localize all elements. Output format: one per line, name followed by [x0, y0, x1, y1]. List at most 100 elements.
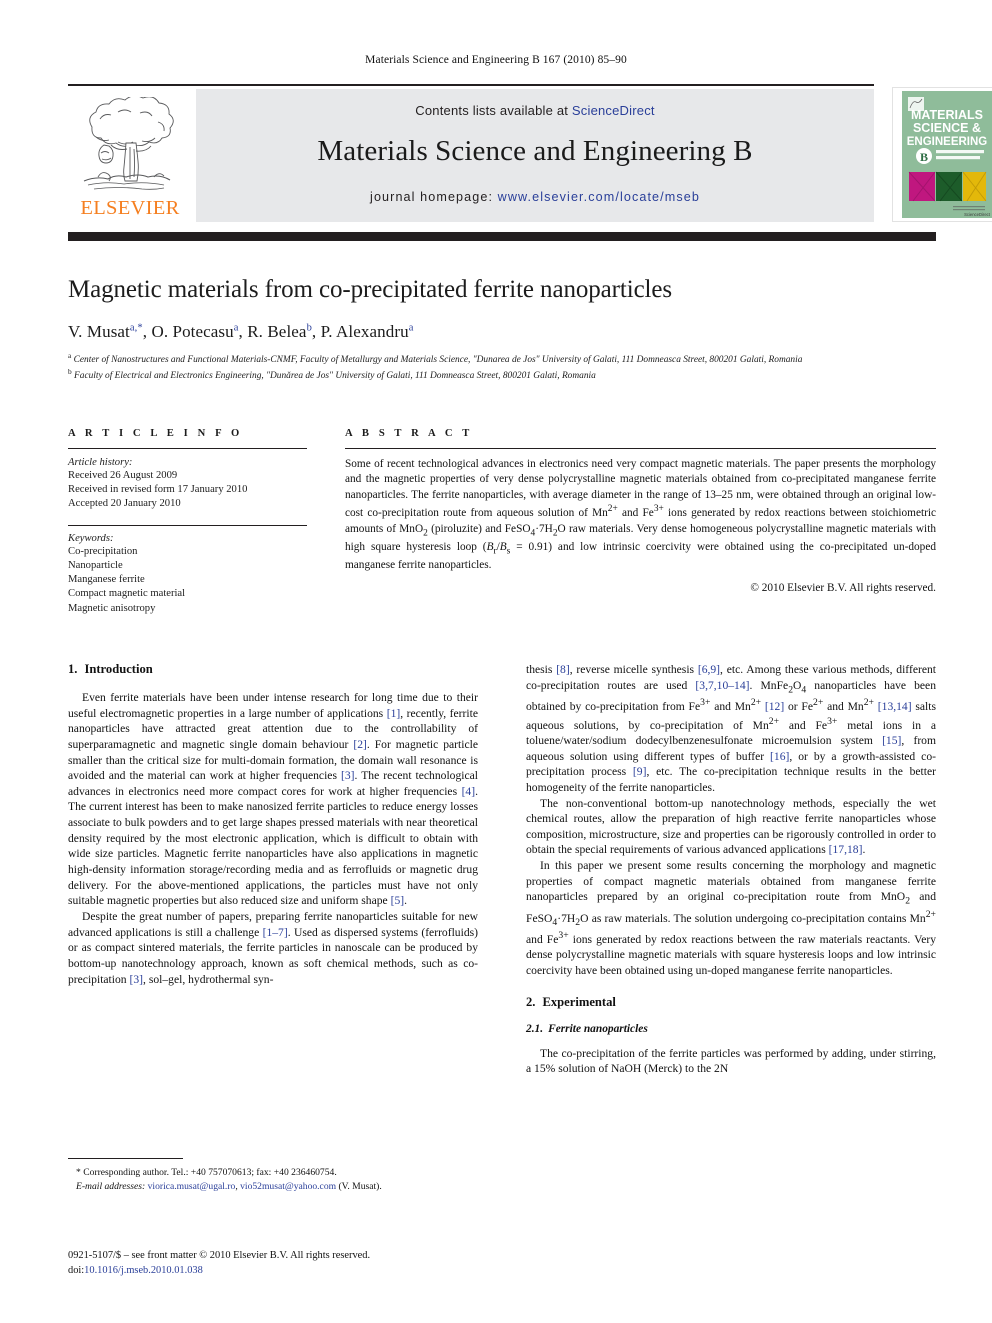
intro-paragraph-3: The non-conventional bottom-up nanotechn…: [526, 796, 936, 857]
intro-paragraph-4: In this paper we present some results co…: [526, 859, 937, 978]
author-0: V. Musata,*: [68, 321, 143, 341]
contents-lists-line: Contents lists available at ScienceDirec…: [196, 89, 874, 118]
subsection-number-2-1: 2.1.: [526, 1022, 544, 1035]
article-info-column: A R T I C L E I N F O Article history: R…: [68, 428, 307, 616]
keywords-rule: [68, 525, 307, 527]
intro-paragraph-2-cont: thesis [8], reverse micelle synthesis [6…: [526, 663, 936, 794]
section-number-1: 1.: [68, 662, 78, 676]
masthead-body: ELSEVIER Contents lists available at Sci…: [68, 89, 874, 224]
article-history-1: Received in revised form 17 January 2010: [68, 484, 248, 496]
journal-masthead: ELSEVIER Contents lists available at Sci…: [68, 84, 992, 230]
author-sep-1: ,: [238, 321, 248, 341]
intro-paragraph-1: Even ferrite materials have been under i…: [68, 691, 478, 908]
footnote-rule: [68, 1158, 183, 1159]
abstract-rule: [345, 448, 936, 449]
citation-17-18[interactable]: [17,18]: [829, 843, 863, 856]
email-indent: E-mail addresses: viorica.musat@ugal.ro,…: [76, 1180, 382, 1192]
section-title-1: Introduction: [84, 662, 153, 676]
citation-1-7[interactable]: [1–7]: [263, 926, 288, 939]
corresponding-author-text: * Corresponding author. Tel.: +40 757070…: [76, 1167, 337, 1178]
journal-homepage-line: journal homepage: www.elsevier.com/locat…: [196, 190, 874, 204]
keyword-0: Co-precipitation: [68, 546, 138, 558]
citation-3-7-10-14[interactable]: [3,7,10–14]: [695, 679, 749, 692]
author-list: V. Musata,*, O. Potecasua, R. Beleab, P.…: [68, 322, 936, 342]
citation-3[interactable]: [3]: [341, 769, 355, 782]
corresponding-author-note: * Corresponding author. Tel.: +40 757070…: [68, 1166, 478, 1180]
keyword-4: Magnetic anisotropy: [68, 602, 156, 614]
spacer-before-experimental: [526, 979, 936, 995]
elsevier-wordmark: ELSEVIER: [80, 196, 180, 219]
imprint-block: 0921-5107/$ – see front matter © 2010 El…: [68, 1248, 518, 1278]
abstract-column: A B S T R A C T Some of recent technolog…: [345, 428, 936, 594]
imprint-line-1: 0921-5107/$ – see front matter © 2010 El…: [68, 1250, 371, 1261]
keyword-1: Nanoparticle: [68, 560, 123, 572]
svg-text:SCIENCE &: SCIENCE &: [913, 121, 981, 135]
imprint-doi-line: doi:10.1016/j.mseb.2010.01.038: [68, 1263, 518, 1278]
affiliation-a: a Center of Nanostructures and Functiona…: [68, 351, 936, 367]
keyword-2: Manganese ferrite: [68, 574, 145, 586]
citation-1[interactable]: [1]: [387, 707, 401, 720]
author-2: R. Beleab: [247, 321, 312, 341]
footnote-block: * Corresponding author. Tel.: +40 757070…: [68, 1158, 478, 1194]
svg-text:ScienceDirect: ScienceDirect: [964, 212, 991, 217]
citation-5[interactable]: [5]: [391, 894, 405, 907]
affiliations: a Center of Nanostructures and Functiona…: [68, 351, 936, 384]
abstract-copyright: © 2010 Elsevier B.V. All rights reserved…: [750, 582, 936, 595]
doi-link[interactable]: 10.1016/j.mseb.2010.01.038: [84, 1265, 203, 1276]
masthead-black-band: [68, 232, 936, 241]
section-number-2: 2.: [526, 994, 536, 1009]
article-history-2: Accepted 20 January 2010: [68, 498, 181, 510]
citation-13-14[interactable]: [13,14]: [878, 700, 912, 713]
paper-page: Materials Science and Engineering B 167 …: [0, 0, 992, 1323]
affiliation-b-marker: b: [68, 367, 72, 377]
intro-paragraph-2: Despite the great number of papers, prep…: [68, 909, 478, 986]
citation-9[interactable]: [9]: [633, 765, 647, 778]
journal-title: Materials Science and Engineering B: [317, 135, 753, 167]
author-1: O. Potecasua: [151, 321, 239, 341]
article-history-label: Article history:: [68, 457, 133, 468]
section-title-2: Experimental: [542, 994, 616, 1009]
citation-16[interactable]: [16]: [770, 750, 789, 763]
svg-text:ENGINEERING: ENGINEERING: [907, 136, 988, 148]
email-link-1[interactable]: viorica.musat@ugal.ro: [148, 1181, 236, 1192]
email-link-2[interactable]: vio52musat@yahoo.com: [240, 1181, 336, 1192]
body-column-left: 1. Introduction Even ferrite materials ha…: [68, 662, 478, 987]
citation-2[interactable]: [2]: [353, 738, 367, 751]
author-sep-2: ,: [311, 321, 321, 341]
abstract-text: Some of recent technological advances in…: [345, 458, 937, 571]
title-block: Magnetic materials from co-precipitated …: [68, 276, 936, 384]
keywords-label: Keywords:: [68, 533, 114, 545]
section-heading-experimental: 2. Experimental: [526, 995, 936, 1010]
article-history-0: Received 26 August 2009: [68, 470, 178, 481]
contents-prefix: Contents lists available at: [415, 103, 572, 118]
email-suffix: (V. Musat).: [338, 1180, 382, 1192]
author-3: P. Alexandrua: [320, 321, 414, 341]
journal-homepage-link[interactable]: www.elsevier.com/locate/mseb: [498, 190, 700, 204]
doi-label: doi:: [68, 1265, 85, 1277]
affiliation-b-text: Faculty of Electrical and Electronics En…: [74, 371, 596, 382]
affiliation-a-text: Center of Nanostructures and Functional …: [73, 354, 803, 365]
citation-6-9[interactable]: [6,9]: [698, 663, 720, 676]
article-info-heading: A R T I C L E I N F O: [68, 428, 243, 439]
citation-12[interactable]: [12]: [765, 700, 784, 713]
svg-text:B: B: [920, 150, 928, 164]
email-note: E-mail addresses: viorica.musat@ugal.ro,…: [68, 1180, 478, 1194]
sciencedirect-link[interactable]: ScienceDirect: [572, 103, 655, 118]
citation-8[interactable]: [8]: [556, 663, 570, 676]
elsevier-logo: ELSEVIER: [68, 89, 192, 224]
author-0-affil-marker: a,*: [129, 322, 143, 334]
body-column-right: thesis [8], reverse micelle synthesis [6…: [526, 662, 936, 1077]
article-info-rule: [68, 448, 307, 449]
citation-15[interactable]: [15]: [882, 734, 901, 747]
affiliation-a-marker: a: [68, 350, 72, 360]
subsection-heading-ferrite-nanoparticles: 2.1. Ferrite nanoparticles: [526, 1023, 936, 1035]
homepage-prefix: journal homepage:: [370, 190, 498, 204]
page-title: Magnetic materials from co-precipitated …: [68, 276, 673, 303]
experimental-paragraph-1: The co-precipitation of the ferrite part…: [526, 1046, 936, 1076]
body-columns: 1. Introduction Even ferrite materials ha…: [68, 662, 936, 1222]
subsection-title-2-1: Ferrite nanoparticles: [548, 1022, 648, 1035]
running-head: Materials Science and Engineering B 167 …: [365, 54, 627, 66]
citation-4[interactable]: [4]: [462, 785, 476, 798]
svg-text:MATERIALS: MATERIALS: [911, 108, 983, 122]
citation-3b[interactable]: [3]: [130, 973, 144, 986]
